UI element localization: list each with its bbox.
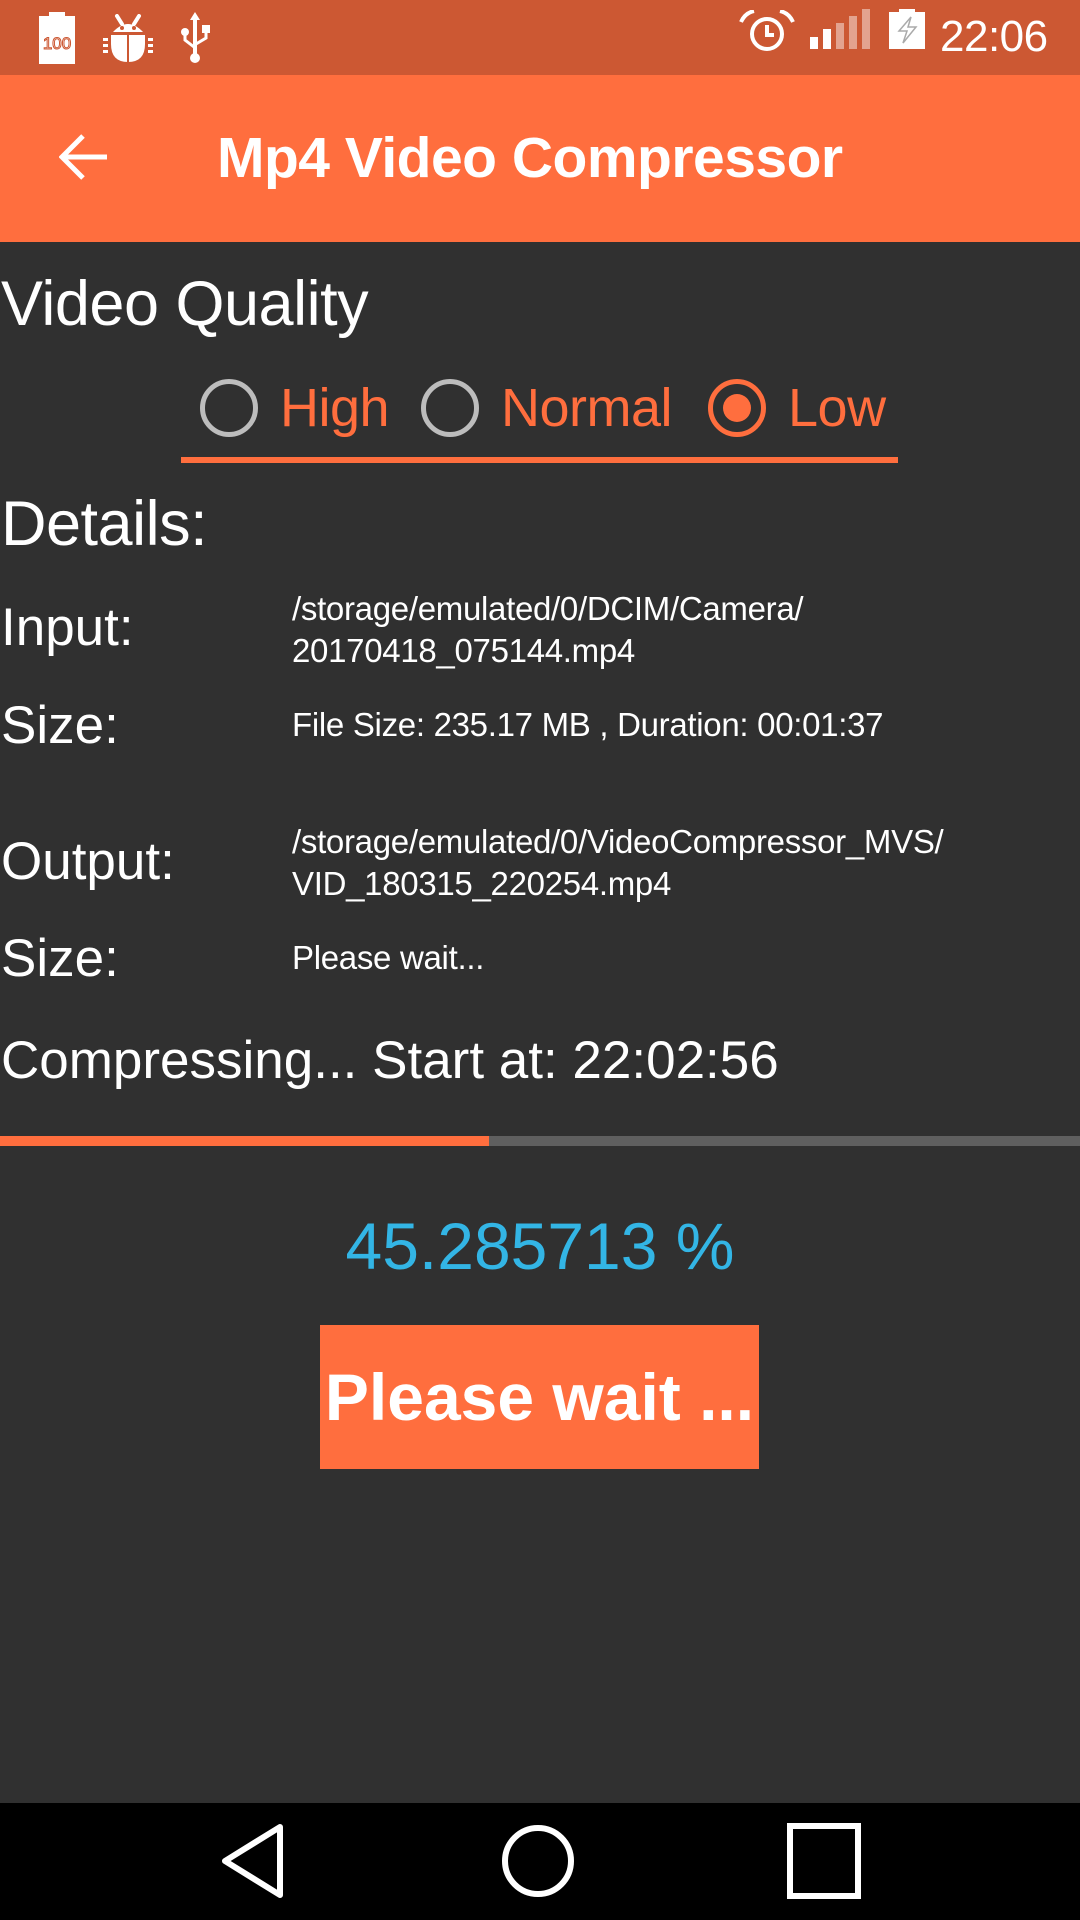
nav-recents-button[interactable] [774, 1818, 874, 1908]
radio-label-normal: Normal [501, 378, 673, 438]
clock-time: 22:06 [940, 12, 1048, 61]
nav-back-button[interactable] [202, 1818, 302, 1908]
radio-unchecked-icon [421, 379, 479, 437]
radio-label-low: Low [788, 378, 886, 438]
quality-radio-group: High Normal Low [181, 370, 898, 463]
battery-charging-icon [889, 9, 925, 49]
nav-home-button[interactable] [488, 1818, 588, 1908]
output-size-value: Please wait... [292, 939, 485, 976]
back-triangle-icon [220, 1823, 284, 1904]
radio-low[interactable]: Low [708, 378, 886, 438]
battery-100-icon: 100 [37, 12, 77, 64]
home-circle-icon [500, 1823, 576, 1904]
navigation-bar [0, 1803, 1080, 1920]
video-quality-heading: Video Quality [1, 269, 369, 339]
details-heading: Details: [1, 489, 208, 559]
compression-status-text: Compressing... Start at: 22:02:56 [1, 1031, 779, 1090]
radio-checked-icon [708, 379, 766, 437]
usb-icon [181, 12, 211, 64]
input-size-value: File Size: 235.17 MB , Duration: 00:01:3… [292, 706, 884, 743]
input-label: Input: [1, 598, 134, 657]
input-path-value: /storage/emulated/0/DCIM/Camera/ 2017041… [292, 590, 804, 669]
input-size-label: Size: [1, 696, 119, 755]
arrow-left-icon [58, 133, 109, 186]
back-button[interactable] [44, 119, 124, 199]
radio-high[interactable]: High [200, 378, 390, 438]
progress-percent-text: 45.285713 % [345, 1209, 735, 1283]
recents-square-icon [787, 1822, 861, 1904]
output-size-label: Size: [1, 929, 119, 988]
status-bar: 100 22:06 [0, 0, 1080, 75]
radio-normal[interactable]: Normal [421, 378, 673, 438]
battery-level-text: 100 [43, 34, 71, 53]
radio-unchecked-icon [200, 379, 258, 437]
progress-bar-fill [0, 1136, 490, 1146]
debug-bug-icon [103, 14, 153, 64]
radio-group-underline [181, 457, 898, 463]
alarm-icon [737, 9, 797, 52]
output-path-value: /storage/emulated/0/VideoCompressor_MVS/… [292, 823, 944, 902]
progress-bar [0, 1136, 1080, 1146]
app-title: Mp4 Video Compressor [217, 126, 843, 190]
output-label: Output: [1, 832, 175, 891]
signal-icon [810, 9, 874, 49]
please-wait-button[interactable]: Please wait ... [320, 1325, 759, 1469]
radio-label-high: High [280, 378, 390, 438]
